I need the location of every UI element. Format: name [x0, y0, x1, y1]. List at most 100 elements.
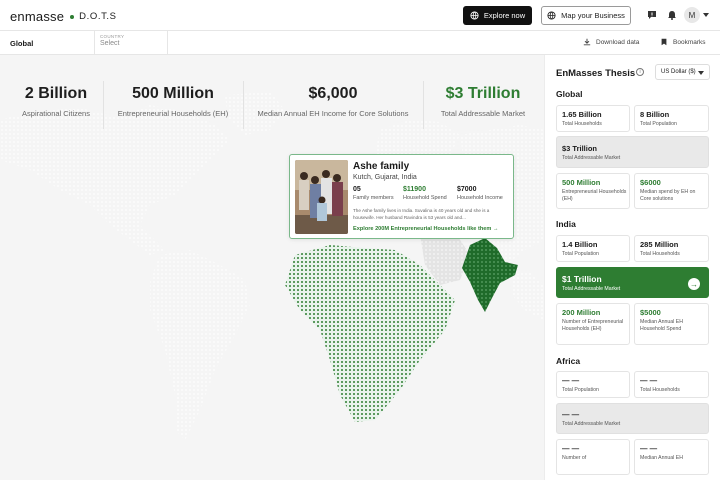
- country-placeholder: Select: [100, 40, 120, 47]
- globe-icon: [547, 11, 556, 20]
- stat-total-addressable-market: $3 Trillion Total Addressable Market: [428, 85, 538, 118]
- stat-value: $3 Trillion: [445, 85, 521, 102]
- download-icon: [583, 38, 591, 46]
- tile-value: 200 Million: [562, 308, 601, 317]
- scope-global-tab[interactable]: Global: [0, 31, 95, 55]
- section-global-heading: Global: [556, 89, 583, 99]
- tile-value: — —: [562, 410, 580, 419]
- tile-label: Total Addressable Market: [562, 421, 621, 427]
- africa-tam-tile[interactable]: — — Total Addressable Market: [556, 403, 709, 434]
- stat-label: Total Addressable Market: [440, 109, 526, 118]
- global-households-tile: 1.65 Billion Total Households: [556, 105, 630, 132]
- tile-value: — —: [562, 444, 580, 453]
- currency-select[interactable]: US Dollar ($): [655, 64, 710, 80]
- tile-label: Total Population: [562, 387, 599, 393]
- stat-divider: [423, 81, 424, 129]
- africa-population-tile: — — Total Population: [556, 371, 630, 398]
- feedback-icon[interactable]: [646, 9, 658, 21]
- download-data-button[interactable]: Download data: [583, 38, 639, 46]
- tile-label: Total Households: [640, 251, 680, 257]
- tile-value: — —: [562, 376, 580, 385]
- global-median-tile: $6000 Median spend by EH on Core solutio…: [634, 173, 709, 209]
- currency-value: US Dollar ($): [661, 69, 696, 75]
- tile-label: Total Population: [640, 121, 677, 127]
- tile-label: Median Annual EH: [640, 455, 683, 461]
- explore-now-button[interactable]: Explore now: [463, 6, 532, 25]
- map-business-label: Map your Business: [561, 11, 625, 20]
- tile-value: 1.65 Billion: [562, 110, 602, 119]
- stat-label: Entrepreneurial Households (EH): [117, 109, 229, 118]
- india-population-tile: 1.4 Billion Total Population: [556, 235, 630, 262]
- notification-bell-icon[interactable]: [666, 9, 678, 21]
- tile-label: Number of: [562, 455, 587, 461]
- brand-logo[interactable]: enmasse D.O.T.S: [10, 9, 117, 24]
- india-tam-tile[interactable]: $1 Trillion Total Addressable Market →: [556, 267, 709, 298]
- tile-value: — —: [640, 444, 658, 453]
- tile-label: Total Households: [562, 121, 602, 127]
- family-members-metric: 05 Family members: [353, 186, 394, 201]
- stat-aspirational-citizens: 2 Billion Aspirational Citizens: [14, 85, 98, 118]
- tile-label: Number of Entrepreneurial Households (EH…: [562, 319, 624, 332]
- world-map[interactable]: 2 Billion Aspirational Citizens 500 Mill…: [0, 55, 544, 480]
- bookmark-icon: [661, 38, 667, 46]
- tile-label: Total Population: [562, 251, 599, 257]
- chevron-down-icon: [698, 71, 704, 75]
- tile-value: — —: [640, 376, 658, 385]
- india-median-tile: $5000 Median Annual EH Household Spend: [634, 303, 709, 345]
- filter-bar: Global COUNTRY Select Download data Book…: [0, 31, 720, 55]
- explore-households-link[interactable]: Explore 200M Entrepreneurial Households …: [353, 226, 498, 232]
- global-eh-tile: 500 Million Entrepreneurial Households (…: [556, 173, 630, 209]
- family-name: Ashe family: [353, 161, 410, 172]
- stat-value: 2 Billion: [24, 85, 88, 102]
- tile-label: Median spend by EH on Core solutions: [640, 189, 696, 202]
- bookmarks-button[interactable]: Bookmarks: [660, 38, 706, 46]
- info-icon[interactable]: i: [636, 68, 644, 76]
- family-description: The Ashe family lives in India. Suvalina…: [353, 208, 490, 220]
- arrow-right-icon[interactable]: →: [688, 278, 700, 290]
- stat-median-income: $6,000 Median Annual EH Income for Core …: [248, 85, 418, 118]
- household-income-metric: $7000 Household Income: [457, 186, 503, 201]
- section-africa-heading: Africa: [556, 356, 581, 366]
- tile-label: Median Annual EH Household Spend: [640, 319, 683, 332]
- family-card[interactable]: Ashe family Kutch, Gujarat, India 05 Fam…: [289, 154, 514, 239]
- stat-divider: [103, 81, 104, 129]
- tile-value: $1 Trillion: [562, 274, 602, 284]
- bookmarks-label: Bookmarks: [673, 38, 706, 46]
- household-income-value: $7000: [457, 186, 477, 193]
- tile-value: 500 Million: [562, 178, 601, 187]
- section-india-heading: India: [556, 219, 576, 229]
- stat-entrepreneurial-households: 500 Million Entrepreneurial Households (…: [108, 85, 238, 118]
- tile-value: 285 Million: [640, 240, 679, 249]
- stat-label: Median Annual EH Income for Core Solutio…: [257, 109, 409, 118]
- tile-value: $5000: [640, 308, 661, 317]
- panel-title: EnMasses Thesis: [556, 68, 636, 79]
- africa-households-tile: — — Total Households: [634, 371, 709, 398]
- household-income-label: Household Income: [457, 195, 503, 201]
- stat-value: 500 Million: [132, 85, 214, 102]
- household-spend-metric: $11900 Household Spend: [403, 186, 447, 201]
- brand-name: enmasse: [10, 9, 65, 24]
- tile-label: Total Addressable Market: [562, 286, 621, 292]
- family-members-value: 05: [353, 186, 361, 193]
- family-members-label: Family members: [353, 195, 394, 201]
- stat-value: $6,000: [308, 85, 358, 102]
- family-photo: [295, 160, 348, 234]
- explore-now-label: Explore now: [483, 11, 526, 20]
- india-eh-tile: 200 Million Number of Entrepreneurial Ho…: [556, 303, 630, 345]
- brand-dot-icon: [70, 14, 75, 19]
- chevron-down-icon[interactable]: [703, 13, 709, 17]
- india-households-tile: 285 Million Total Households: [634, 235, 709, 262]
- avatar[interactable]: M: [684, 7, 700, 23]
- tile-value: 1.4 Billion: [562, 240, 598, 249]
- country-label: COUNTRY: [100, 34, 125, 39]
- tile-label: Total Addressable Market: [562, 155, 621, 161]
- country-select[interactable]: COUNTRY Select: [95, 31, 168, 55]
- stat-divider: [243, 81, 244, 129]
- map-business-button[interactable]: Map your Business: [541, 6, 631, 25]
- download-data-label: Download data: [596, 38, 640, 46]
- tile-label: Entrepreneurial Households (EH): [562, 189, 627, 202]
- africa-eh-tile: — — Number of: [556, 439, 630, 475]
- global-tam-tile[interactable]: $3 Trillion Total Addressable Market: [556, 136, 709, 168]
- global-population-tile: 8 Billion Total Population: [634, 105, 709, 132]
- household-spend-value: $11900: [403, 186, 426, 193]
